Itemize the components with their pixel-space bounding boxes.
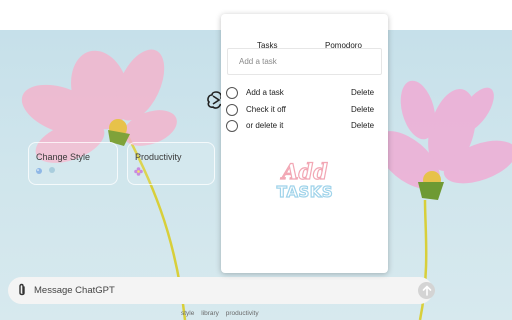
- tasks-popup-panel: Tasks Pomodoro Add a task Delete Check i…: [221, 14, 388, 273]
- task-row: Add a task Delete: [226, 86, 376, 100]
- card-title: Change Style: [36, 152, 91, 162]
- task-label: Add a task: [246, 88, 284, 97]
- suggestion-card-change-style[interactable]: Change Style: [28, 142, 118, 185]
- task-checkbox[interactable]: [226, 87, 238, 99]
- task-row: or delete it Delete: [226, 119, 376, 133]
- task-label: Check it off: [246, 105, 286, 114]
- message-input[interactable]: [34, 281, 404, 300]
- card-title: Productivity: [135, 152, 182, 162]
- palette-icon: [35, 167, 43, 177]
- task-delete-button[interactable]: Delete: [351, 88, 374, 97]
- task-delete-button[interactable]: Delete: [351, 105, 374, 114]
- footer-link-library[interactable]: library: [201, 310, 219, 317]
- footer-links: style library productivity: [181, 310, 264, 317]
- task-checkbox[interactable]: [226, 120, 238, 132]
- flower-icon: [134, 167, 143, 178]
- illustration-line-2: TASKS: [277, 183, 333, 201]
- send-button[interactable]: [418, 282, 435, 299]
- illustration-line-1: Add: [280, 159, 328, 184]
- suggestion-card-productivity[interactable]: Productivity: [127, 142, 215, 185]
- task-row: Check it off Delete: [226, 103, 376, 117]
- add-tasks-illustration: Add TASKS: [276, 158, 333, 201]
- task-checkbox[interactable]: [226, 104, 238, 116]
- footer-link-style[interactable]: style: [181, 310, 194, 317]
- add-task-input[interactable]: [227, 48, 382, 75]
- paperclip-icon[interactable]: [16, 283, 28, 298]
- task-delete-button[interactable]: Delete: [351, 121, 374, 130]
- arrow-up-icon: [422, 285, 431, 296]
- footer-link-productivity[interactable]: productivity: [226, 310, 259, 317]
- message-composer: [8, 277, 435, 304]
- task-label: or delete it: [246, 121, 284, 130]
